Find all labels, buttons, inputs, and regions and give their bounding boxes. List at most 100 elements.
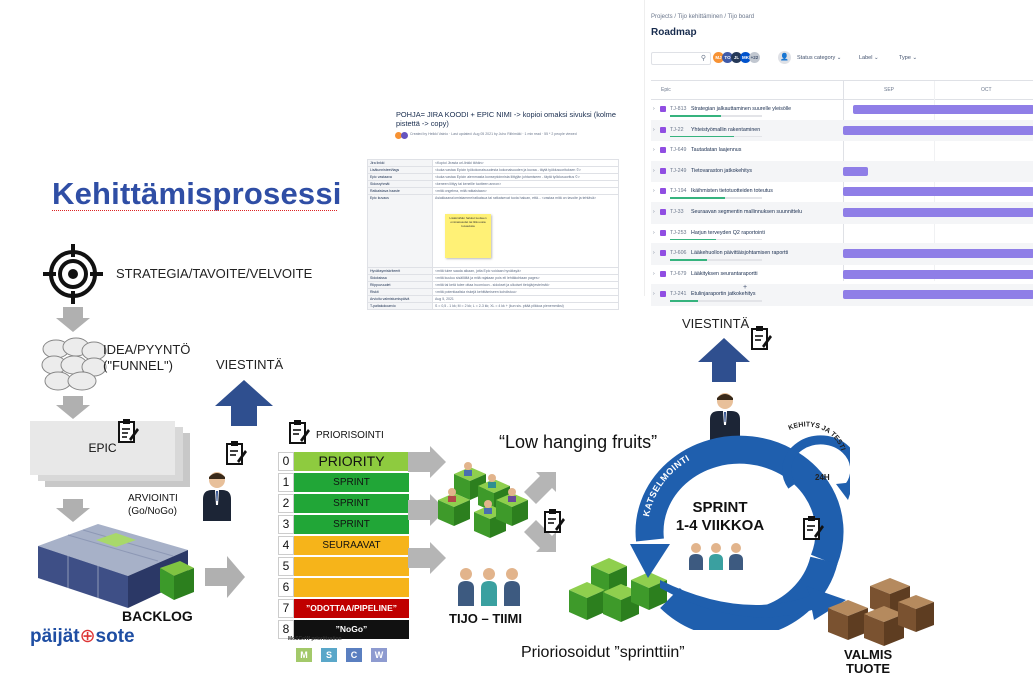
template-field-value[interactable]: <kuka vastaa Epicin aiemmasta konseptoin… — [432, 173, 619, 181]
add-person-icon[interactable]: 👤 — [778, 51, 791, 64]
filter-type[interactable]: Type ⌄ — [899, 55, 917, 61]
moscow-must-badge: M — [296, 648, 312, 662]
search-input[interactable]: ⚲ — [651, 52, 711, 65]
roadmap-row[interactable]: › TJ-649 Tautadatan laajennus — [651, 141, 1033, 162]
epic-key[interactable]: TJ-253 — [670, 230, 687, 236]
priority-row[interactable]: 5 — [278, 557, 409, 576]
expand-chevron-icon[interactable]: › — [653, 106, 655, 112]
expand-chevron-icon[interactable]: › — [653, 188, 655, 194]
priority-label: SPRINT — [294, 473, 409, 492]
template-row: Ratkaistava haaste <mitä ongelma, mitä ra… — [367, 187, 619, 195]
template-field-text: <kuka vastaa Epicin työkokonaisuudesta k… — [435, 168, 581, 172]
timeline-bar[interactable] — [843, 249, 1033, 259]
template-field-value[interactable]: <Kopioi Jirasta url-linkki tähän> — [432, 159, 619, 167]
avatar-more[interactable]: +22 — [749, 52, 760, 63]
epic-box: EPIC — [30, 421, 175, 475]
expand-chevron-icon[interactable]: › — [653, 147, 655, 153]
template-field-value[interactable]: <keneen liittyy tai keneille tuotteen an… — [432, 180, 619, 188]
priority-row[interactable]: 2 SPRINT — [278, 494, 409, 513]
epic-key[interactable]: TJ-241 — [670, 291, 687, 297]
avatar-group[interactable]: MJ TO JL MK +22 — [713, 52, 760, 63]
roadmap-row[interactable]: › TJ-249 Tietovaraston jatkokehitys — [651, 161, 1033, 183]
template-field-value[interactable]: S = 0,5 - 1 kk; M = 2 kk; L = 2-3 kk; XL… — [432, 302, 619, 310]
expand-chevron-icon[interactable]: › — [653, 209, 655, 215]
priority-row[interactable]: 1 SPRINT — [278, 473, 409, 492]
roadmap-row[interactable]: › TJ-679 Lääkityksen seurantaraportti — [651, 265, 1033, 286]
roadmap-row[interactable]: › TJ-33 Seuraavan segmentin mallinnuksen s… — [651, 202, 1033, 224]
epic-icon — [660, 291, 666, 298]
epic-name[interactable]: Yhteistyömallin rakentaminen — [691, 127, 760, 133]
timeline-bar[interactable] — [843, 166, 868, 176]
expand-chevron-icon[interactable]: › — [653, 271, 655, 277]
filter-status-category[interactable]: Status category ⌄ — [797, 55, 841, 61]
moscow-should-badge: S — [321, 648, 337, 662]
expand-chevron-icon[interactable]: › — [653, 127, 655, 133]
team-cubes-illustration — [438, 462, 528, 538]
priority-row[interactable]: 3 SPRINT — [278, 515, 409, 534]
template-field-value[interactable]: Aug 5, 2021 — [432, 295, 619, 303]
epic-key[interactable]: TJ-813 — [670, 106, 687, 112]
filter-label[interactable]: Label ⌄ — [859, 55, 879, 61]
template-field-value[interactable]: <mitä kuuluu sisällöltä ja mitä rajataan… — [432, 274, 619, 282]
priority-number: 6 — [278, 578, 294, 597]
roadmap-row[interactable]: › TJ-194 Ikäihmisten tietotuotteiden toteu… — [651, 182, 1033, 203]
timeline-bar[interactable] — [843, 187, 1033, 197]
roadmap-row[interactable]: › TJ-253 Harjun terveyden Q2 raportointi — [651, 224, 1033, 245]
moscow-title: MoSCoW prioritization — [288, 636, 342, 642]
expand-chevron-icon[interactable]: › — [653, 291, 655, 297]
epic-key[interactable]: TJ-679 — [670, 271, 687, 277]
epic-name[interactable]: Tietovaraston jatkokehitys — [691, 168, 752, 174]
expand-chevron-icon[interactable]: › — [653, 230, 655, 236]
template-field-value[interactable]: <kuka vastaa Epicin työkokonaisuudesta k… — [432, 166, 619, 174]
template-field-label: Hyväksymiskriteerit — [367, 267, 433, 275]
priority-row[interactable]: 6 — [278, 578, 409, 597]
epic-name[interactable]: Etulinjaraportin jatkokehitys — [691, 291, 755, 297]
epic-key[interactable]: TJ-22 — [670, 127, 684, 133]
timeline-bar[interactable] — [843, 269, 1033, 279]
template-field-value[interactable]: <mitä ongelma, mitä ratkaistaan> — [432, 187, 619, 195]
priority-row[interactable]: 4 SEURAAVAT — [278, 536, 409, 555]
priority-number: 5 — [278, 557, 294, 576]
roadmap-row[interactable]: › TJ-813 Strategian jalkauttaminen suurell… — [651, 100, 1033, 121]
flow-arrow-right — [205, 556, 245, 598]
expand-chevron-icon[interactable]: › — [653, 250, 655, 256]
template-field-value[interactable]: <mitä tulee saada aikaan, jotta Epic voi… — [432, 267, 619, 275]
template-field-label: Riippuvuudet — [367, 281, 433, 289]
add-epic-icon[interactable]: + — [743, 284, 747, 291]
template-row: T-paitakokoarvio S = 0,5 - 1 kk; M = 2 kk… — [367, 302, 619, 310]
month-label: SEP — [884, 87, 895, 93]
epic-name[interactable]: Lääkehuollon päivittäisjohtamisen raport… — [691, 250, 788, 256]
flow-arrow-head — [56, 405, 90, 419]
epic-key[interactable]: TJ-249 — [670, 168, 687, 174]
epic-progress-bar — [670, 135, 762, 138]
template-row: Sidoksissa <mitä kuuluu sisällöltä ja mit… — [367, 274, 619, 282]
backlog-label: BACKLOG — [122, 608, 193, 624]
expand-chevron-icon[interactable]: › — [653, 168, 655, 174]
template-field-value[interactable]: <mitä potentiaalisia riskejä kehittämise… — [432, 288, 619, 296]
up-arrow-icon — [698, 338, 750, 382]
epic-key[interactable]: TJ-194 — [670, 188, 687, 194]
breadcrumb[interactable]: Projects / Tijo kehittäminen / Tijo boar… — [651, 14, 754, 20]
epic-icon — [660, 270, 666, 277]
epic-key[interactable]: TJ-649 — [670, 147, 687, 153]
timeline-bar[interactable] — [843, 125, 1033, 135]
epic-name[interactable]: Tautadatan laajennus — [691, 147, 741, 153]
roadmap-row[interactable]: › TJ-241 Etulinjaraportin jatkokehitys — [651, 285, 1033, 306]
timeline-bar[interactable] — [843, 207, 1033, 217]
epic-name[interactable]: Seuraavan segmentin mallinnuksen suunnit… — [691, 209, 802, 215]
epic-name[interactable]: Ikäihmisten tietotuotteiden toteutus — [691, 188, 773, 194]
timeline-bar[interactable] — [843, 290, 1033, 300]
priority-row[interactable]: 7 ”ODOTTAA/PIPELINE” — [278, 599, 409, 618]
priority-row[interactable]: 0 PRIORITY — [278, 452, 409, 471]
timeline-bar[interactable] — [852, 105, 1033, 114]
epic-key[interactable]: TJ-606 — [670, 250, 687, 256]
roadmap-row[interactable]: › TJ-606 Lääkehuollon päivittäisjohtamisen… — [651, 244, 1033, 265]
epic-name[interactable]: Harjun terveyden Q2 raportointi — [691, 230, 765, 236]
template-field-value[interactable]: <mitä tai ketä tulee ottaa huomioon - si… — [432, 281, 619, 289]
template-field-label: Sidosryhmät — [367, 180, 433, 188]
epic-name[interactable]: Strategian jalkauttaminen suurelle yleis… — [691, 106, 791, 112]
roadmap-row[interactable]: › TJ-22 Yhteistyömallin rakentaminen — [651, 120, 1033, 142]
epic-name[interactable]: Lääkityksen seurantaraportti — [691, 271, 758, 277]
epic-key[interactable]: TJ-33 — [670, 209, 684, 215]
template-field-value[interactable]: Asiakkaana/omistamme/ratkaisua tai ratka… — [432, 194, 619, 268]
